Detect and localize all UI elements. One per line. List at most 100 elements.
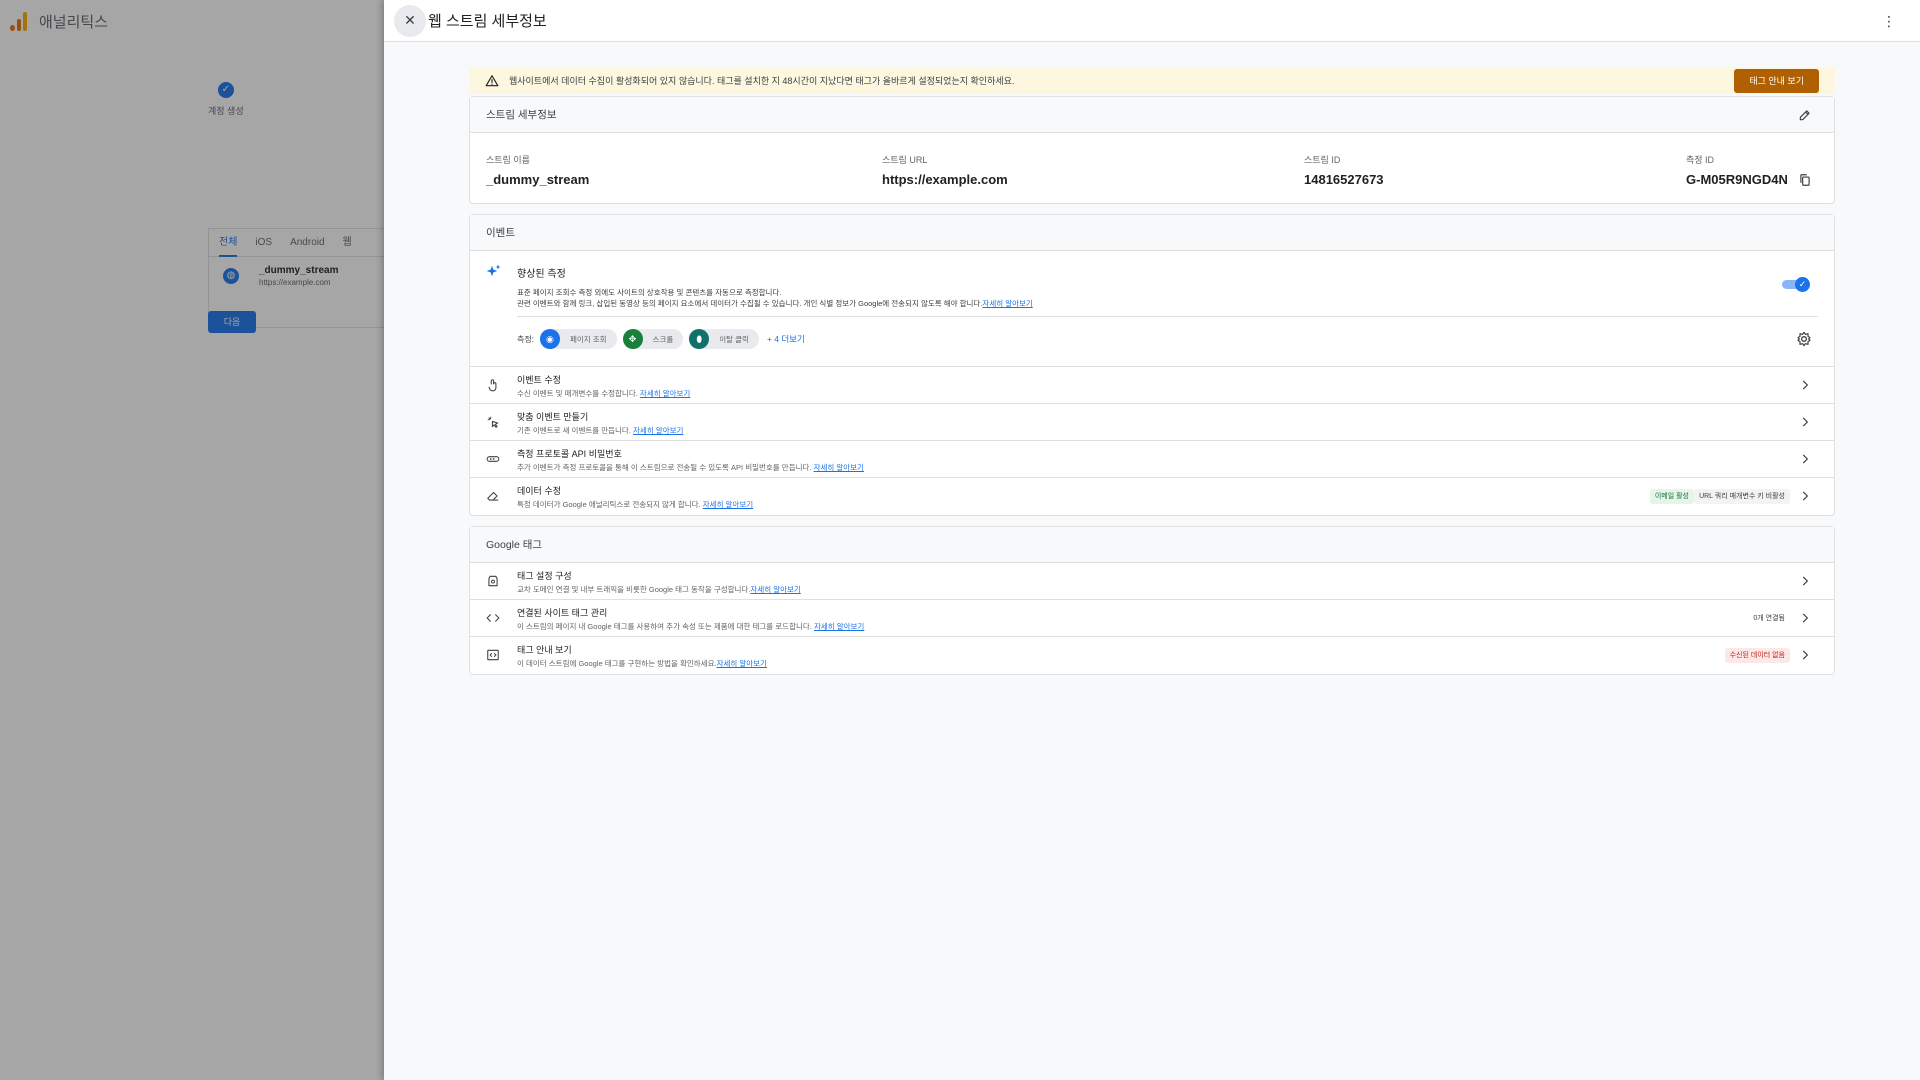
close-icon: ✕ xyxy=(404,12,416,28)
learn-more-link[interactable]: 자세히 알아보기 xyxy=(814,463,864,472)
learn-more-link[interactable]: 자세히 알아보기 xyxy=(717,659,767,668)
row-desc-text: 수신 이벤트 및 매개변수를 수정합니다. xyxy=(517,389,638,398)
stream-details-heading: 스트림 세부정보 xyxy=(486,109,557,121)
chevron-right-icon xyxy=(1802,650,1809,660)
copy-icon[interactable] xyxy=(1798,173,1812,187)
learn-more-link[interactable]: 자세히 알아보기 xyxy=(814,622,864,631)
tag-icon xyxy=(488,575,498,587)
more-link[interactable]: + 4 더보기 xyxy=(767,333,805,345)
data-redaction-row[interactable]: 데이터 수정 특정 데이터가 Google 애널리틱스로 전송되지 않게 합니다… xyxy=(470,478,1834,515)
enhanced-measurement-title: 향상된 측정 xyxy=(517,269,566,280)
learn-more-link[interactable]: 자세히 알아보기 xyxy=(982,299,1032,308)
row-description: 이 스트림의 페이지 내 Google 태그를 사용하여 추가 속성 또는 제품… xyxy=(517,621,864,632)
no-data-received-badge: 수신된 데이터 없음 xyxy=(1724,648,1790,663)
eye-icon: ◉ xyxy=(539,329,560,349)
google-tag-heading: Google 태그 xyxy=(486,539,543,551)
url-query-inactive-badge: URL 쿼리 매개변수 키 비활성 xyxy=(1694,489,1790,504)
stream-details-title: 스트림 세부정보 xyxy=(470,97,1834,133)
row-title: 맞춤 이벤트 만들기 xyxy=(517,412,589,422)
events-heading: 이벤트 xyxy=(486,227,515,239)
row-title: 이벤트 수정 xyxy=(517,375,561,385)
enhanced-desc-line1: 표준 페이지 조회수 측정 외에도 사이트의 상호작용 및 콘텐츠를 자동으로 … xyxy=(517,288,782,297)
create-custom-events-row[interactable]: 맞춤 이벤트 만들기 기존 이벤트로 새 이벤트를 만듭니다. 자세히 알아보기 xyxy=(470,404,1834,441)
connected-count-badge: 0개 연결됨 xyxy=(1753,615,1785,622)
learn-more-link[interactable]: 자세히 알아보기 xyxy=(640,389,690,398)
google-tag-title: Google 태그 xyxy=(470,527,1834,563)
field-value: G-M05R9NGD4N xyxy=(1686,172,1812,187)
sparkle-icon xyxy=(486,264,501,277)
chevron-right-icon xyxy=(1802,613,1809,623)
view-tag-instructions-button[interactable]: 태그 안내 보기 xyxy=(1734,69,1819,93)
measuring-label: 측정: xyxy=(517,334,534,344)
row-title: 태그 설정 구성 xyxy=(517,571,572,581)
settings-gear-icon[interactable] xyxy=(1796,331,1812,347)
chip-label: 이탈 클릭 xyxy=(719,334,749,344)
stream-details-card: 스트림 세부정보 스트림 이름 _dummy_stream 스트림 URL ht… xyxy=(469,96,1835,204)
chevron-right-icon xyxy=(1802,454,1809,464)
field-label: 측정 ID xyxy=(1686,155,1715,165)
magic-cursor-icon xyxy=(487,416,499,428)
chip-page-views: ◉ 페이지 조회 xyxy=(539,329,617,349)
warning-banner: 웹사이트에서 데이터 수집이 활성화되어 있지 않습니다. 태그를 설치한 지 … xyxy=(469,67,1835,94)
chevron-right-icon xyxy=(1802,576,1809,586)
row-desc-text: 기존 이벤트로 새 이벤트를 만듭니다. xyxy=(517,426,631,435)
row-desc-text: 이 데이터 스트림에 Google 태그를 구현하는 방법을 확인하세요. xyxy=(517,659,717,668)
view-tag-instructions-row[interactable]: 태그 안내 보기 이 데이터 스트림에 Google 태그를 구현하는 방법을 … xyxy=(470,637,1834,674)
row-description: 수신 이벤트 및 매개변수를 수정합니다. 자세히 알아보기 xyxy=(517,388,690,399)
key-icon xyxy=(486,456,500,462)
row-description: 특정 데이터가 Google 애널리틱스로 전송되지 않게 합니다. 자세히 알… xyxy=(517,499,753,510)
chevron-right-icon xyxy=(1802,491,1809,501)
row-title: 연결된 사이트 태그 관리 xyxy=(517,608,608,618)
drawer-title: 웹 스트림 세부정보 xyxy=(428,13,547,30)
close-button[interactable]: ✕ xyxy=(394,4,426,37)
manage-connected-site-tags-row[interactable]: 연결된 사이트 태그 관리 이 스트림의 페이지 내 Google 태그를 사용… xyxy=(470,600,1834,637)
modify-events-row[interactable]: 이벤트 수정 수신 이벤트 및 매개변수를 수정합니다. 자세히 알아보기 xyxy=(470,367,1834,404)
row-desc-text: 추가 이벤트가 측정 프로토콜을 통해 이 스트림으로 전송될 수 있도록 AP… xyxy=(517,463,812,472)
email-active-badge: 이메일 활성 xyxy=(1649,489,1694,504)
measurement-id-value: G-M05R9NGD4N xyxy=(1686,172,1788,187)
configure-tag-settings-row[interactable]: 태그 설정 구성 교차 도메인 연결 및 내부 트래픽을 비롯한 Google … xyxy=(470,563,1834,600)
enhanced-desc-line2-text: 관련 이벤트와 함께 링크, 삽입된 동영상 등의 페이지 요소에서 데이터가 … xyxy=(517,299,983,308)
row-title: 측정 프로토콜 API 비밀번호 xyxy=(517,449,622,459)
enhanced-measurement-description: 표준 페이지 조회수 측정 외에도 사이트의 상호작용 및 콘텐츠를 자동으로 … xyxy=(517,287,1033,309)
field-value: 14816527673 xyxy=(1304,172,1384,187)
google-tag-card: Google 태그 태그 설정 구성 교차 도메인 연결 및 내부 트래픽을 비… xyxy=(469,526,1835,675)
row-desc-text: 교차 도메인 연결 및 내부 트래픽을 비롯한 Google 태그 동작을 구성… xyxy=(517,585,751,594)
chip-outbound-clicks: ⬮ 이탈 클릭 xyxy=(689,329,759,349)
enhanced-measurement-section: 향상된 측정 표준 페이지 조회수 측정 외에도 사이트의 상호작용 및 콘텐츠… xyxy=(470,251,1834,367)
measurement-protocol-row[interactable]: 측정 프로토콜 API 비밀번호 추가 이벤트가 측정 프로토콜을 통해 이 스… xyxy=(470,441,1834,478)
field-value: _dummy_stream xyxy=(486,172,590,187)
events-card: 이벤트 향상된 측정 표준 페이지 조회수 측정 외에도 사이트의 상호작용 및… xyxy=(469,214,1835,516)
chip-label: 스크롤 xyxy=(652,334,674,344)
learn-more-link[interactable]: 자세히 알아보기 xyxy=(703,500,753,509)
row-desc-text: 이 스트림의 페이지 내 Google 태그를 사용하여 추가 속성 또는 제품… xyxy=(517,622,812,631)
code-box-icon xyxy=(487,649,499,661)
measurement-id-field: 측정 ID G-M05R9NGD4N xyxy=(1686,153,1812,187)
enhanced-desc-line2: 관련 이벤트와 함께 링크, 삽입된 동영상 등의 페이지 요소에서 데이터가 … xyxy=(517,298,1033,309)
row-title: 데이터 수정 xyxy=(517,486,561,496)
learn-more-link[interactable]: 자세히 알아보기 xyxy=(633,426,683,435)
chevron-right-icon xyxy=(1802,380,1809,390)
chip-label: 페이지 조회 xyxy=(569,334,607,344)
more-vert-icon[interactable]: ⋮ xyxy=(1882,13,1896,29)
divider xyxy=(517,316,1818,317)
row-description: 추가 이벤트가 측정 프로토콜을 통해 이 스트림으로 전송될 수 있도록 AP… xyxy=(517,462,864,473)
measuring-row: 측정: ◉ 페이지 조회 ✥ 스크롤 ⬮ 이탈 클릭 + 4 더보기 xyxy=(517,329,805,349)
row-description: 기존 이벤트로 새 이벤트를 만듭니다. 자세히 알아보기 xyxy=(517,425,683,436)
warning-icon xyxy=(485,74,499,86)
field-label: 스트림 이름 xyxy=(486,155,530,165)
row-title: 태그 안내 보기 xyxy=(517,645,572,655)
eraser-icon xyxy=(487,491,499,501)
row-description: 이 데이터 스트림에 Google 태그를 구현하는 방법을 확인하세요.자세히… xyxy=(517,658,767,669)
modal-scrim[interactable] xyxy=(0,0,384,1080)
field-label: 스트림 ID xyxy=(1304,155,1341,165)
stream-name-field: 스트림 이름 _dummy_stream xyxy=(486,153,589,187)
touch-icon xyxy=(488,379,497,392)
warning-text: 웹사이트에서 데이터 수집이 활성화되어 있지 않습니다. 태그를 설치한 지 … xyxy=(509,76,1015,86)
row-desc-text: 특정 데이터가 Google 애널리틱스로 전송되지 않게 합니다. xyxy=(517,500,701,509)
stream-id-field: 스트림 ID 14816527673 xyxy=(1304,153,1384,187)
learn-more-link[interactable]: 자세히 알아보기 xyxy=(750,585,800,594)
edit-icon[interactable] xyxy=(1798,108,1812,122)
enhanced-measurement-toggle[interactable]: ✓ xyxy=(1782,277,1810,292)
scroll-icon: ✥ xyxy=(622,329,643,349)
